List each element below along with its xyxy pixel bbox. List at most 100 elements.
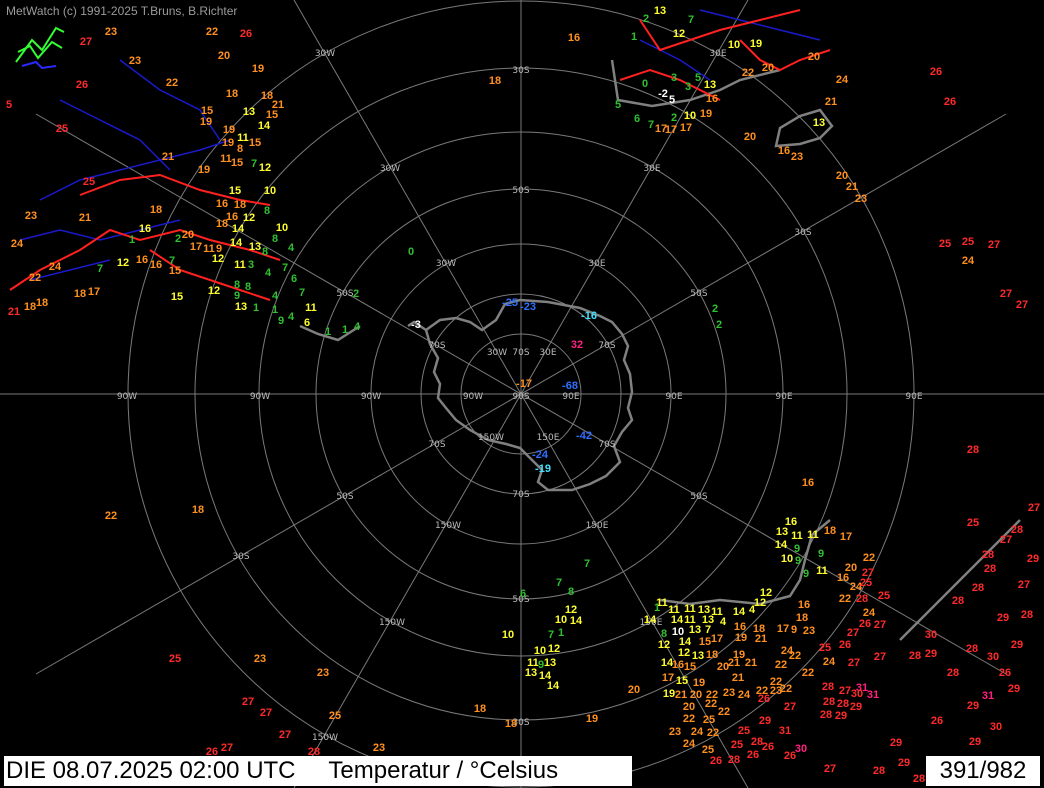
station-temperature[interactable]: 13 — [249, 241, 261, 253]
station-temperature[interactable]: 20 — [182, 229, 194, 241]
station-temperature[interactable]: 7 — [584, 558, 590, 570]
station-temperature[interactable]: 14 — [232, 223, 245, 235]
station-temperature[interactable]: 6 — [291, 273, 297, 285]
station-temperature[interactable]: 19 — [735, 632, 747, 644]
station-temperature[interactable]: 17 — [777, 623, 789, 635]
station-temperature[interactable]: 15 — [229, 185, 241, 197]
station-temperature[interactable]: 24 — [738, 689, 751, 701]
station-temperature[interactable]: 17 — [711, 633, 723, 645]
station-temperature[interactable]: 27 — [839, 685, 851, 697]
station-temperature[interactable]: 12 — [212, 253, 224, 265]
station-temperature[interactable]: 18 — [261, 90, 273, 102]
station-temperature[interactable]: 18 — [706, 649, 718, 661]
station-temperature[interactable]: 27 — [784, 701, 796, 713]
station-temperature[interactable]: 5 — [669, 94, 675, 106]
station-temperature[interactable]: 22 — [802, 667, 814, 679]
station-temperature[interactable]: 8 — [264, 205, 270, 217]
station-temperature[interactable]: 15 — [684, 661, 696, 673]
station-temperature[interactable]: 16 — [706, 93, 718, 105]
station-temperature[interactable]: 28 — [952, 595, 964, 607]
station-temperature[interactable]: 28 — [822, 681, 834, 693]
station-temperature[interactable]: 25 — [939, 238, 951, 250]
station-temperature[interactable]: 22 — [839, 593, 851, 605]
station-temperature[interactable]: 1 — [654, 602, 660, 614]
station-temperature[interactable]: 26 — [758, 693, 770, 705]
station-temperature[interactable]: 22 — [707, 727, 719, 739]
station-temperature[interactable]: 26 — [930, 66, 942, 78]
station-temperature[interactable]: 16 — [778, 145, 790, 157]
station-temperature[interactable]: 12 — [243, 212, 255, 224]
station-temperature[interactable]: 15 — [676, 675, 688, 687]
station-temperature[interactable]: 20 — [628, 684, 640, 696]
station-temperature[interactable]: 12 — [658, 639, 670, 651]
station-temperature[interactable]: 28 — [1021, 609, 1033, 621]
station-temperature[interactable]: 18 — [505, 718, 517, 730]
station-temperature[interactable]: 30 — [925, 629, 937, 641]
station-temperature[interactable]: 22 — [863, 552, 875, 564]
station-temperature[interactable]: 26 — [859, 618, 871, 630]
station-temperature[interactable]: 12 — [678, 647, 690, 659]
station-temperature[interactable]: 23 — [855, 193, 867, 205]
station-temperature[interactable]: 16 — [672, 659, 684, 671]
station-temperature[interactable]: 1 — [631, 31, 637, 43]
station-temperature[interactable]: 18 — [234, 199, 246, 211]
station-temperature[interactable]: 11 — [234, 259, 246, 271]
station-temperature[interactable]: 27 — [988, 239, 1000, 251]
station-temperature[interactable]: 29 — [969, 736, 981, 748]
station-temperature[interactable]: 1 — [129, 234, 135, 246]
station-temperature[interactable]: 14 — [570, 615, 583, 627]
station-temperature[interactable]: 24 — [823, 656, 836, 668]
station-temperature[interactable]: -23 — [520, 301, 536, 313]
station-temperature[interactable]: 16 — [216, 198, 228, 210]
station-temperature[interactable]: 23 — [791, 151, 803, 163]
station-temperature[interactable]: 14 — [733, 606, 746, 618]
station-temperature[interactable]: 26 — [762, 741, 774, 753]
station-temperature[interactable]: 17 — [88, 286, 100, 298]
station-temperature[interactable]: 22 — [775, 659, 787, 671]
station-temperature[interactable]: 7 — [548, 629, 554, 641]
station-temperature[interactable]: 21 — [728, 657, 740, 669]
station-temperature[interactable]: 29 — [1008, 683, 1020, 695]
station-temperature[interactable]: 14 — [671, 614, 684, 626]
station-temperature[interactable]: 0 — [642, 78, 648, 90]
station-temperature[interactable]: 27 — [242, 696, 254, 708]
station-temperature[interactable]: 27 — [848, 657, 860, 669]
station-temperature[interactable]: 19 — [586, 713, 598, 725]
station-temperature[interactable]: 3 — [685, 81, 691, 93]
station-temperature[interactable]: 22 — [789, 650, 801, 662]
station-temperature[interactable]: 4 — [272, 290, 279, 302]
station-temperature[interactable]: 31 — [867, 689, 879, 701]
station-temperature[interactable]: 16 — [802, 477, 814, 489]
station-temperature[interactable]: 24 — [683, 738, 696, 750]
station-temperature[interactable]: 12 — [208, 285, 220, 297]
station-temperature[interactable]: 13 — [776, 526, 788, 538]
station-temperature[interactable]: 30 — [795, 743, 807, 755]
station-temperature[interactable]: 5 — [615, 99, 621, 111]
station-temperature[interactable]: 28 — [984, 563, 996, 575]
station-temperature[interactable]: 20 — [218, 50, 230, 62]
station-temperature[interactable]: 5 — [695, 72, 701, 84]
station-temperature[interactable]: -2 — [658, 88, 668, 100]
station-temperature[interactable]: 15 — [231, 157, 243, 169]
station-temperature[interactable]: 18 — [824, 525, 836, 537]
station-temperature[interactable]: 9 — [795, 555, 801, 567]
station-temperature[interactable]: 2 — [643, 13, 649, 25]
station-temperature[interactable]: 32 — [571, 339, 583, 351]
station-temperature[interactable]: 2 — [671, 112, 677, 124]
station-temperature[interactable]: 5 — [6, 99, 12, 111]
station-temperature[interactable]: 18 — [74, 288, 86, 300]
station-temperature[interactable]: 21 — [675, 689, 687, 701]
station-temperature[interactable]: 18 — [36, 297, 48, 309]
station-temperature[interactable]: 25 — [56, 123, 68, 135]
station-temperature[interactable]: 9 — [818, 548, 824, 560]
station-temperature[interactable]: 26 — [240, 28, 252, 40]
station-temperature[interactable]: 25 — [860, 577, 872, 589]
station-temperature[interactable]: 29 — [850, 701, 862, 713]
station-temperature[interactable]: 25 — [731, 739, 743, 751]
station-temperature[interactable]: 10 — [728, 39, 740, 51]
station-temperature[interactable]: 25 — [703, 714, 715, 726]
station-temperature[interactable]: 7 — [299, 287, 305, 299]
station-temperature[interactable]: 27 — [279, 729, 291, 741]
station-temperature[interactable]: 29 — [890, 737, 902, 749]
station-temperature[interactable]: 18 — [150, 204, 162, 216]
